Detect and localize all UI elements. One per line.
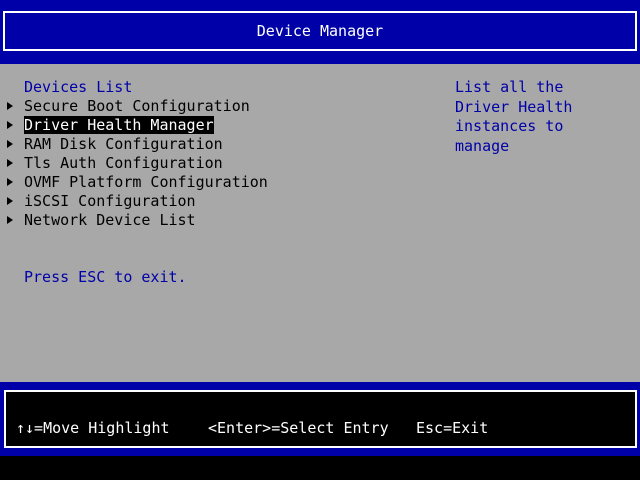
menu-item-label: RAM Disk Configuration (24, 135, 223, 153)
header-bar: Device Manager (0, 0, 640, 64)
menu-item-label: Driver Health Manager (24, 116, 214, 134)
main-panel: Devices List Secure Boot Configuration D… (0, 64, 640, 382)
devices-list: Devices List Secure Boot Configuration D… (0, 78, 440, 230)
esc-exit-hint: Esc=Exit (416, 419, 489, 437)
press-esc-hint: Press ESC to exit. (24, 268, 187, 286)
menu-item-tls-auth[interactable]: Tls Auth Configuration (0, 154, 440, 173)
menu-item-label: OVMF Platform Configuration (24, 173, 268, 191)
menu-item-network-device[interactable]: Network Device List (0, 211, 440, 230)
help-text: List all the Driver Health instances to … (455, 78, 573, 155)
menu-item-ram-disk[interactable]: RAM Disk Configuration (0, 135, 440, 154)
submenu-arrow-icon (7, 216, 13, 224)
submenu-arrow-icon (7, 178, 13, 186)
menu-item-ovmf-platform[interactable]: OVMF Platform Configuration (0, 173, 440, 192)
footer-bar: ↑↓=Move Highlight <Enter>=Select Entry E… (0, 382, 640, 480)
menu-item-iscsi[interactable]: iSCSI Configuration (0, 192, 440, 211)
submenu-arrow-icon (7, 140, 13, 148)
menu-item-driver-health[interactable]: Driver Health Manager (0, 116, 440, 135)
select-entry-hint: <Enter>=Select Entry (208, 419, 389, 437)
menu-item-label: Secure Boot Configuration (24, 97, 250, 115)
menu-item-label: iSCSI Configuration (24, 192, 196, 210)
menu-item-label: Network Device List (24, 211, 196, 229)
page-title: Device Manager (256, 22, 384, 40)
devices-list-title: Devices List (24, 78, 133, 96)
submenu-arrow-icon (7, 197, 13, 205)
move-highlight-hint: ↑↓=Move Highlight (16, 419, 170, 437)
submenu-arrow-icon (7, 102, 13, 110)
submenu-arrow-icon (7, 159, 13, 167)
header-frame: Device Manager (3, 11, 637, 51)
menu-item-label: Tls Auth Configuration (24, 154, 223, 172)
menu-item-secure-boot[interactable]: Secure Boot Configuration (0, 97, 440, 116)
submenu-arrow-icon (7, 121, 13, 129)
